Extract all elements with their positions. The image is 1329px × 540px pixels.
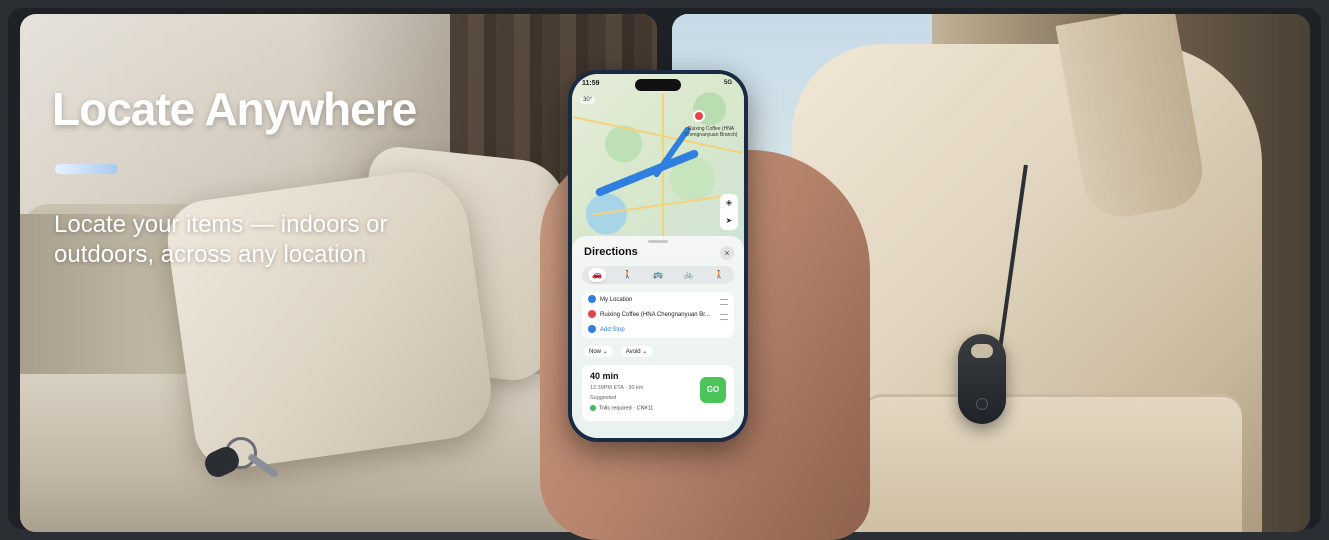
add-stop-label: Add Stop <box>600 327 625 333</box>
route-eta: 12:39PM ETA · 30 km <box>590 385 644 391</box>
route-duration: 40 min <box>590 371 619 381</box>
transport-mode-selector: 🚗 🚶 🚌 🚲 🚶 <box>582 266 734 284</box>
destination-pin-icon[interactable] <box>693 110 705 122</box>
go-button[interactable]: GO <box>700 377 726 403</box>
route-card[interactable]: 40 min 12:39PM ETA · 30 km Suggested Tol… <box>582 365 734 421</box>
backpack-pocket <box>862 394 1242 532</box>
tracker-button <box>976 398 988 410</box>
location-arrow-icon: ➤ <box>725 216 733 225</box>
plus-icon <box>588 325 596 334</box>
walk-icon[interactable]: 🚶 <box>619 268 637 282</box>
status-network: 5G <box>723 80 732 86</box>
stop-destination[interactable]: Ruixing Coffee (HNA Chengnanyuan Br... <box>588 308 710 322</box>
location-icon <box>588 295 596 304</box>
tracker-hole <box>971 344 993 358</box>
departure-time-chip[interactable]: Now ⌄ <box>584 346 613 357</box>
stop-origin[interactable]: My Location <box>588 293 632 307</box>
departure-time-label: Now <box>589 349 602 355</box>
car-icon[interactable]: 🚗 <box>588 268 606 282</box>
avoid-label: Avoid <box>625 349 641 355</box>
accent-bar <box>55 164 118 174</box>
route-tolls: Tolls required · CN¥11 <box>590 405 653 411</box>
status-time: 11:59 <box>582 80 600 87</box>
tracker-on-backpack <box>958 334 1006 424</box>
sheet-title: Directions <box>584 246 638 258</box>
toll-icon <box>590 405 596 411</box>
layers-icon: ◈ <box>725 198 733 207</box>
route-tag: Suggested <box>590 395 617 401</box>
route-options: Now ⌄ Avoid ⌄ <box>584 346 653 357</box>
phone-screen: Ruixing Coffee (HNA Chengnanyuan Branch)… <box>572 74 744 438</box>
reorder-handle-icon[interactable] <box>720 299 728 305</box>
phone: Ruixing Coffee (HNA Chengnanyuan Branch)… <box>568 70 748 442</box>
stop-origin-label: My Location <box>600 297 633 303</box>
destination-pin-label: Ruixing Coffee (HNA Chengnanyuan Branch) <box>684 126 738 138</box>
rideshare-icon[interactable]: 🚶 <box>710 268 728 282</box>
weather-badge: 30° <box>580 96 596 104</box>
banner-subline: Locate your items — indoors or outdoors,… <box>54 211 388 268</box>
transit-icon[interactable]: 🚌 <box>649 268 667 282</box>
route-stops: My Location Ruixing Coffee (HNA Chengnan… <box>582 292 734 338</box>
reorder-handle-icon[interactable] <box>720 314 728 320</box>
close-button[interactable]: × <box>720 246 734 260</box>
route-tolls-label: Tolls required · CN¥11 <box>599 405 654 412</box>
pin-icon <box>588 310 596 319</box>
map-layers-button[interactable]: ◈ ➤ <box>720 194 738 230</box>
directions-sheet: Directions × 🚗 🚶 🚌 🚲 🚶 My Location Ruixi… <box>572 236 744 438</box>
bike-icon[interactable]: 🚲 <box>680 268 698 282</box>
map-view[interactable]: Ruixing Coffee (HNA Chengnanyuan Branch)… <box>572 74 744 249</box>
add-stop-button[interactable]: Add Stop <box>588 323 625 337</box>
avoid-chip[interactable]: Avoid ⌄ <box>620 346 653 357</box>
route-line <box>594 148 700 198</box>
stop-destination-label: Ruixing Coffee (HNA Chengnanyuan Br... <box>600 312 710 318</box>
sheet-grabber[interactable] <box>648 240 668 243</box>
dynamic-island <box>635 79 681 91</box>
banner-headline: Locate Anywhere <box>52 83 417 135</box>
